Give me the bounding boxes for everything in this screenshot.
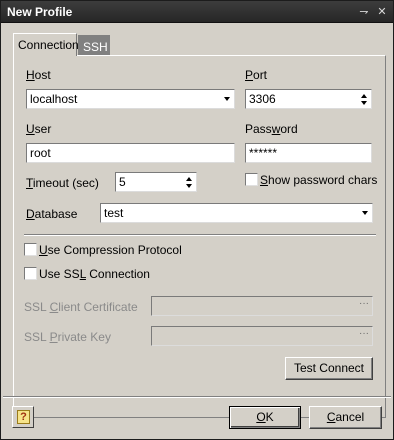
user-input[interactable]: root (26, 143, 235, 163)
compression-checkbox[interactable] (24, 243, 37, 256)
chevron-down-icon[interactable] (362, 211, 368, 215)
browse-icon[interactable]: ··· (359, 298, 369, 309)
port-stepper-icon[interactable] (360, 91, 369, 107)
port-label: Port (245, 68, 268, 82)
help-button[interactable]: ? (12, 406, 34, 428)
user-label: User (26, 122, 52, 136)
compression-label[interactable]: Use Compression Protocol (39, 243, 182, 257)
window-title: New Profile (7, 5, 73, 19)
show-password-checkbox[interactable] (245, 173, 258, 186)
show-password-label[interactable]: Show password chars (260, 173, 377, 187)
host-label: Host (26, 68, 51, 82)
connection-panel: Host localhost Port 3306 User root Passw… (13, 55, 386, 418)
password-input[interactable]: ****** (245, 143, 372, 163)
port-value: 3306 (249, 92, 276, 106)
browse-icon[interactable]: ··· (359, 328, 369, 339)
database-value: test (104, 206, 124, 220)
ssl-private-key-label: SSL Private Key (24, 330, 111, 344)
dialog-client: Connection SSH Host localhost Port 3306 … (3, 24, 391, 439)
help-icon: ? (17, 410, 30, 424)
timeout-spinbox[interactable]: 5 (115, 172, 197, 192)
user-value: root (30, 146, 51, 160)
ssl-client-cert-input[interactable]: ··· (151, 296, 373, 316)
host-combobox[interactable]: localhost (26, 89, 235, 109)
chevron-down-icon[interactable] (224, 97, 230, 101)
ssl-private-key-input[interactable]: ··· (151, 326, 373, 346)
tab-connection-label: Connection (18, 38, 79, 52)
new-profile-dialog: New Profile ⇁ ✕ Connection SSH Host loca… (0, 0, 394, 440)
tab-ssh[interactable]: SSH (78, 35, 110, 55)
database-combobox[interactable]: test (100, 203, 373, 223)
timeout-label: Timeout (sec) (26, 176, 99, 190)
cancel-button[interactable]: Cancel (309, 406, 382, 429)
timeout-value: 5 (119, 175, 126, 189)
password-value: ****** (249, 146, 278, 160)
host-value: localhost (30, 92, 78, 106)
ssl-label[interactable]: Use SSL Connection (39, 267, 150, 281)
close-icon[interactable]: ✕ (375, 5, 389, 19)
ok-button[interactable]: OK (229, 406, 301, 429)
password-label: Password (245, 122, 298, 136)
test-connect-button[interactable]: Test Connect (285, 357, 373, 380)
timeout-stepper-icon[interactable] (185, 174, 194, 190)
title-bar[interactable]: New Profile ⇁ ✕ (1, 1, 393, 23)
ssl-client-cert-label: SSL Client Certificate (24, 300, 138, 314)
ssl-checkbox[interactable] (24, 267, 37, 280)
database-label: Database (26, 207, 78, 221)
tab-connection[interactable]: Connection (13, 33, 79, 56)
port-spinbox[interactable]: 3306 (245, 89, 372, 109)
footer-separator (3, 396, 391, 398)
pin-icon[interactable]: ⇁ (357, 5, 371, 19)
tab-ssh-label: SSH (83, 40, 108, 54)
separator (24, 234, 376, 236)
